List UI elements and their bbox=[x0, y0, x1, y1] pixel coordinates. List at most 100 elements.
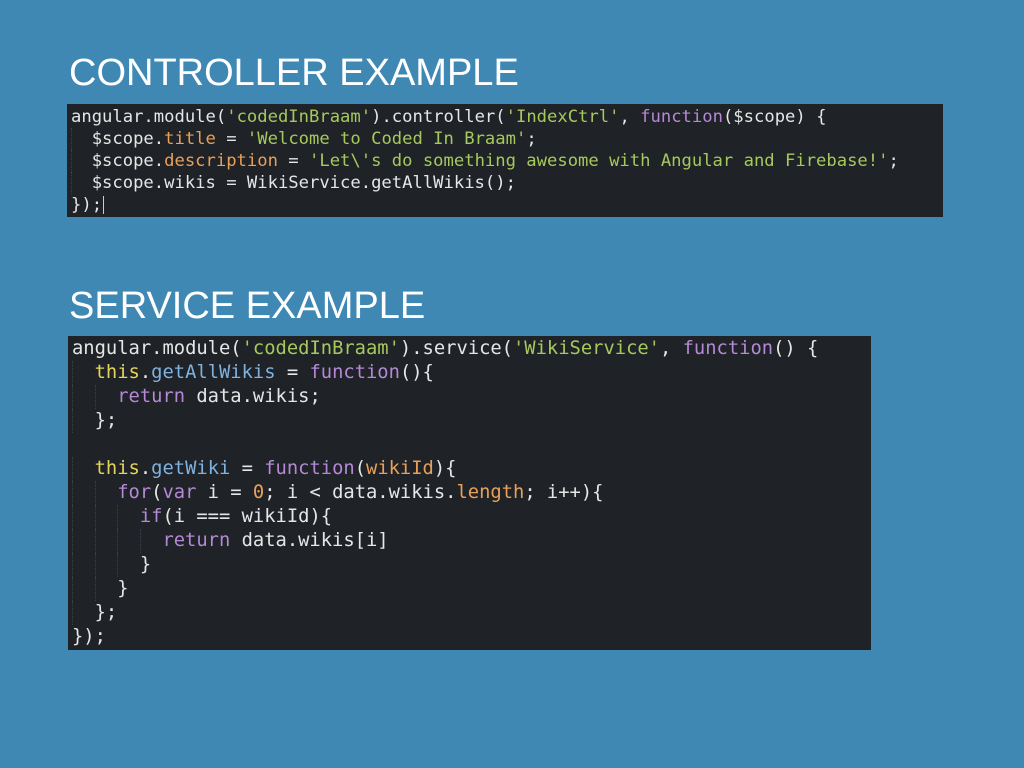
code-token: = bbox=[230, 458, 265, 479]
service-example-heading: SERVICE EXAMPLE bbox=[69, 285, 426, 327]
code-token: } bbox=[139, 554, 152, 575]
code-token: for bbox=[117, 482, 152, 503]
code-line: } bbox=[72, 553, 871, 577]
code-token: angular.module( bbox=[71, 107, 227, 127]
code-line: for(var i = 0; i < data.wikis.length; i+… bbox=[72, 481, 871, 505]
code-token: ){ bbox=[433, 458, 457, 479]
indent-guide bbox=[72, 361, 95, 385]
indent-guide bbox=[72, 457, 95, 481]
code-token: if bbox=[139, 506, 163, 527]
code-token: ; i++){ bbox=[524, 482, 604, 503]
indent-guide bbox=[94, 385, 118, 409]
indent-guide bbox=[71, 172, 92, 194]
code-line: angular.module('codedInBraam').controlle… bbox=[71, 106, 943, 128]
code-token: }); bbox=[71, 195, 103, 215]
code-token: $scope.wikis = WikiService.getAllWikis()… bbox=[91, 173, 516, 193]
indent-guide bbox=[71, 150, 92, 172]
code-line: }); bbox=[72, 625, 871, 649]
indent-guide bbox=[139, 529, 163, 553]
code-token: }; bbox=[94, 410, 118, 431]
code-token: length bbox=[456, 482, 525, 503]
indent-guide bbox=[94, 529, 118, 553]
code-token: (){ bbox=[399, 362, 434, 383]
code-token: ($scope) { bbox=[722, 107, 827, 127]
code-line: return data.wikis; bbox=[72, 385, 871, 409]
indent-guide bbox=[94, 481, 118, 505]
code-line: return data.wikis[i] bbox=[72, 529, 871, 553]
code-line: this.getAllWikis = function(){ bbox=[72, 361, 871, 385]
code-token: 'IndexCtrl' bbox=[505, 107, 620, 127]
code-token: return bbox=[117, 386, 186, 407]
code-token: i = bbox=[196, 482, 253, 503]
code-token: 'Let\'s do something awesome with Angula… bbox=[309, 151, 889, 171]
code-token: this bbox=[94, 458, 140, 479]
indent-guide bbox=[71, 128, 92, 150]
indent-guide bbox=[117, 529, 140, 553]
code-token: = bbox=[275, 362, 310, 383]
code-token: = bbox=[277, 151, 309, 171]
code-token: 'codedInBraam' bbox=[241, 338, 400, 359]
code-line: }; bbox=[72, 601, 871, 625]
code-token: $scope. bbox=[91, 129, 165, 149]
service-code-block: angular.module('codedInBraam').service('… bbox=[68, 336, 871, 650]
code-token: 'codedInBraam' bbox=[226, 107, 372, 127]
code-line: } bbox=[72, 577, 871, 601]
code-token: }; bbox=[94, 602, 118, 623]
code-token: function bbox=[640, 107, 723, 127]
code-token: data.wikis[i] bbox=[230, 530, 389, 551]
indent-guide bbox=[117, 553, 140, 577]
code-token: function bbox=[264, 458, 355, 479]
code-token: ; bbox=[888, 151, 899, 171]
indent-guide bbox=[72, 529, 95, 553]
code-token: = bbox=[215, 129, 247, 149]
code-token: title bbox=[164, 129, 216, 149]
code-token: getAllWikis bbox=[151, 362, 276, 383]
code-token: function bbox=[682, 338, 774, 359]
code-token: this bbox=[94, 362, 140, 383]
indent-guide bbox=[72, 409, 95, 433]
code-token: ).service( bbox=[399, 338, 513, 359]
code-token: } bbox=[117, 578, 129, 599]
code-token: , bbox=[660, 338, 683, 359]
code-token: return bbox=[162, 530, 231, 551]
indent-guide bbox=[72, 385, 95, 409]
code-line: $scope.wikis = WikiService.getAllWikis()… bbox=[71, 172, 943, 194]
code-token: 'Welcome to Coded In Braam' bbox=[246, 129, 527, 149]
indent-guide bbox=[117, 505, 140, 529]
code-token: data.wikis; bbox=[185, 386, 321, 407]
controller-code-block: angular.module('codedInBraam').controlle… bbox=[67, 104, 943, 217]
code-line: angular.module('codedInBraam').service('… bbox=[72, 337, 871, 361]
text-cursor bbox=[103, 196, 105, 214]
code-line: if(i === wikiId){ bbox=[72, 505, 871, 529]
code-token: angular.module( bbox=[72, 338, 242, 359]
code-line: }); bbox=[71, 194, 943, 216]
indent-guide bbox=[72, 601, 95, 625]
controller-example-heading: CONTROLLER EXAMPLE bbox=[69, 52, 519, 94]
code-token: 0 bbox=[252, 482, 265, 503]
code-token: 'WikiService' bbox=[513, 338, 660, 359]
code-token: var bbox=[162, 482, 197, 503]
code-token: ; bbox=[526, 129, 537, 149]
code-token: description bbox=[164, 151, 278, 171]
code-token: getWiki bbox=[151, 458, 231, 479]
code-token: ; i < data.wikis. bbox=[264, 482, 457, 503]
code-token: }); bbox=[72, 626, 106, 647]
code-token: function bbox=[309, 362, 400, 383]
code-token: ( bbox=[151, 482, 163, 503]
code-token: , bbox=[619, 107, 641, 127]
code-token: . bbox=[139, 362, 152, 383]
code-token: () { bbox=[773, 338, 819, 359]
indent-guide bbox=[72, 481, 95, 505]
code-line: $scope.description = 'Let\'s do somethin… bbox=[71, 150, 943, 172]
code-line: }; bbox=[72, 409, 871, 433]
indent-guide bbox=[72, 505, 95, 529]
indent-guide bbox=[94, 505, 118, 529]
code-token: ( bbox=[354, 458, 367, 479]
code-token: $scope. bbox=[91, 151, 165, 171]
code-token: (i === wikiId){ bbox=[162, 506, 333, 527]
indent-guide bbox=[72, 577, 95, 601]
code-line: this.getWiki = function(wikiId){ bbox=[72, 457, 871, 481]
indent-guide bbox=[72, 553, 95, 577]
indent-guide bbox=[94, 553, 118, 577]
